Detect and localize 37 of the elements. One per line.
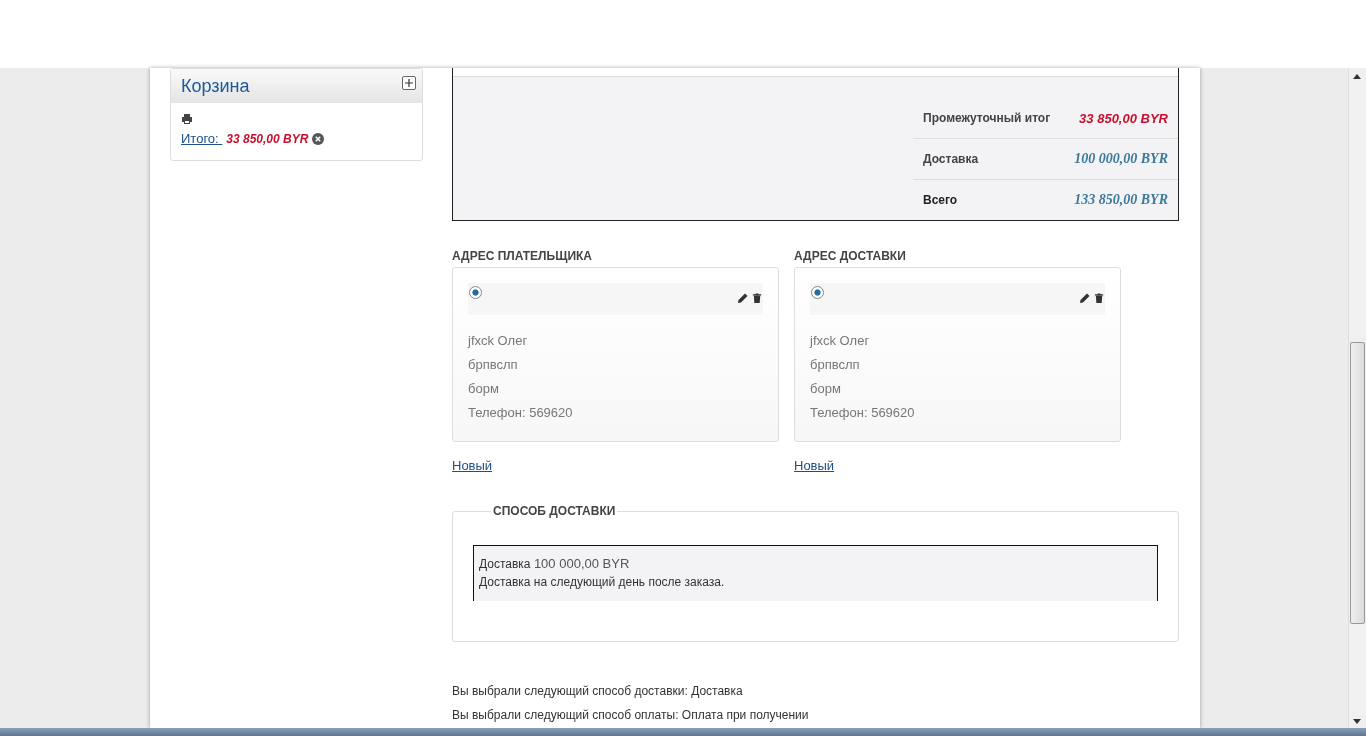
address-line: Телефон: 569620 bbox=[810, 404, 916, 422]
total-value: 100 000,00 BYR bbox=[1074, 151, 1168, 167]
address-line: jfxck Олег bbox=[810, 332, 871, 350]
trash-icon bbox=[752, 292, 763, 304]
address-line: брпвслп bbox=[810, 356, 861, 374]
cart-title: Корзина bbox=[181, 75, 250, 97]
shipping-option-description: Доставка на следующий день после заказа. bbox=[479, 575, 726, 589]
address-line: брпвслп bbox=[468, 356, 519, 374]
expand-button[interactable] bbox=[402, 76, 416, 90]
section-heading: АДРЕС ДОСТАВКИ bbox=[794, 249, 907, 265]
address-line: борм bbox=[468, 380, 500, 398]
radio-button[interactable] bbox=[811, 286, 824, 299]
section-heading: СПОСОБ ДОСТАВКИ bbox=[492, 504, 617, 518]
radio-button[interactable] bbox=[469, 286, 482, 299]
total-value: 133 850,00 BYR bbox=[1074, 192, 1168, 208]
printer-icon bbox=[181, 113, 193, 125]
section-heading: АДРЕС ПЛАТЕЛЬЩИКА bbox=[452, 249, 593, 265]
total-link[interactable]: Итого: bbox=[181, 131, 223, 146]
pencil-icon bbox=[1079, 292, 1091, 304]
total-label: Доставка bbox=[923, 152, 979, 166]
new-address-link[interactable]: Новый bbox=[794, 458, 835, 473]
summary-text: Вы выбрали следующий способ доставки: Доставка bbox=[452, 683, 744, 700]
total-label: Промежуточный итог bbox=[923, 111, 1051, 125]
shipping-option[interactable]: Доставка 100 000,00 BYR Доставка на следующий день после заказа. bbox=[473, 545, 1158, 601]
address-line: борм bbox=[810, 380, 842, 398]
remove-icon bbox=[312, 132, 325, 145]
address-line: jfxck Олег bbox=[468, 332, 529, 350]
total-label: Всего bbox=[923, 193, 958, 207]
pencil-icon bbox=[737, 292, 749, 304]
plus-icon bbox=[405, 79, 413, 87]
shipping-option-title: Доставка 100 000,00 BYR bbox=[479, 556, 631, 571]
total-value: 33 850,00 BYR bbox=[1079, 110, 1168, 126]
trash-icon bbox=[1094, 292, 1105, 304]
summary-text: Вы выбрали следующий способ оплаты: Оплата при получении bbox=[452, 707, 810, 724]
address-line: Телефон: 569620 bbox=[468, 404, 574, 422]
new-address-link[interactable]: Новый bbox=[452, 458, 493, 473]
cart-total: 33 850,00 BYR bbox=[226, 131, 309, 146]
